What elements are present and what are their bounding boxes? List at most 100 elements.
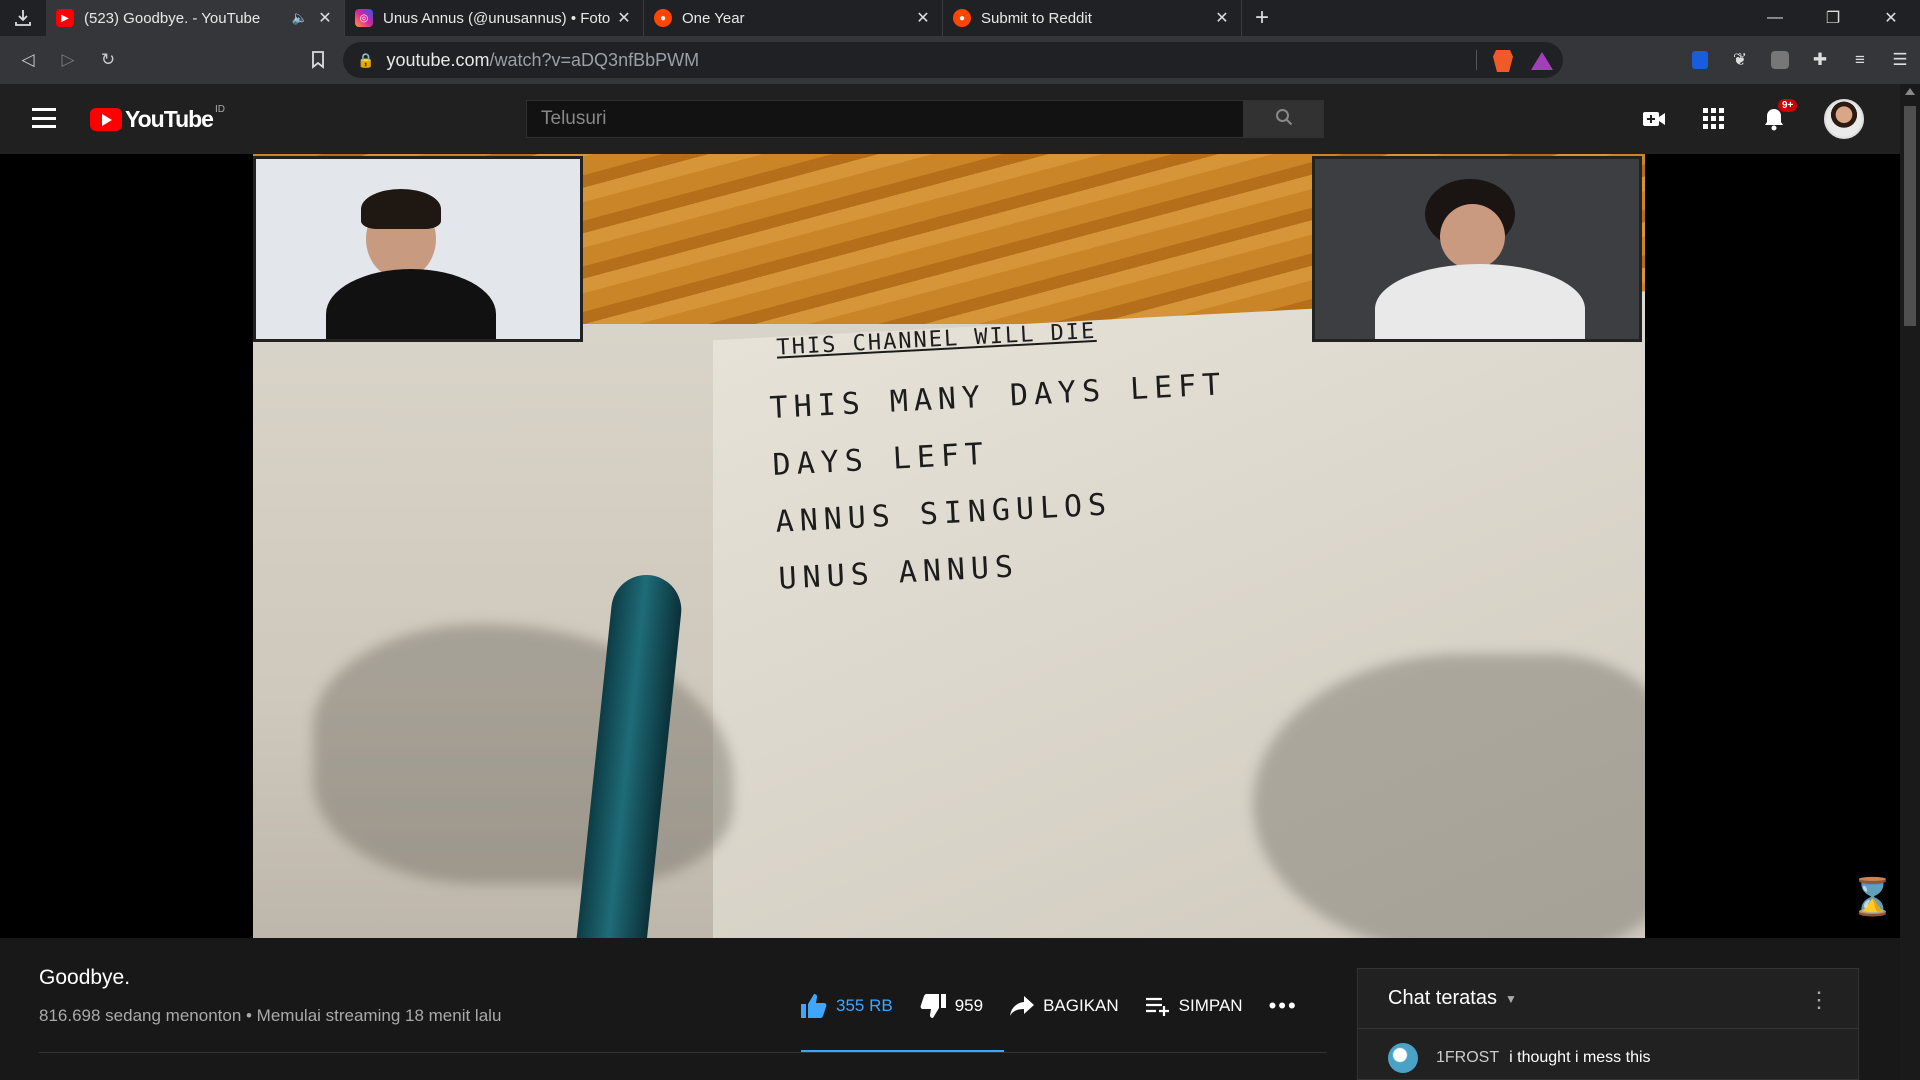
person-white-suit bbox=[1375, 264, 1585, 339]
handwriting-line: UNUS ANNUS bbox=[777, 549, 1020, 597]
search-icon bbox=[1275, 108, 1292, 125]
logo-text: YouTube bbox=[125, 106, 214, 132]
url-path: /watch?v=aDQ3nfBbPWM bbox=[489, 49, 700, 70]
bitwarden-icon[interactable] bbox=[1680, 51, 1720, 69]
video-frame[interactable]: THIS CHANNEL WILL DIE THIS MANY DAYS LEF… bbox=[253, 154, 1645, 938]
add-to-playlist-icon bbox=[1145, 997, 1169, 1016]
masthead-actions: 9+ bbox=[1624, 84, 1900, 154]
like-button[interactable]: 355 RB bbox=[800, 993, 893, 1019]
brave-rewards-icon[interactable] bbox=[1531, 52, 1553, 70]
video-player[interactable]: THIS CHANNEL WILL DIE THIS MANY DAYS LEF… bbox=[0, 154, 1900, 938]
notifications-bell-icon[interactable]: 9+ bbox=[1744, 84, 1804, 154]
person-suit bbox=[326, 269, 496, 339]
handwriting-line: ANNUS SINGULOS bbox=[774, 487, 1113, 540]
divider bbox=[39, 1052, 1327, 1053]
webcam-right bbox=[1312, 156, 1642, 342]
reddit-icon: ● bbox=[654, 9, 672, 27]
dislike-count: 959 bbox=[954, 996, 984, 1015]
search-button[interactable] bbox=[1244, 100, 1324, 138]
person-hair bbox=[361, 189, 441, 229]
chat-author[interactable]: 1FROST bbox=[1436, 1049, 1499, 1067]
brave-shield-icon[interactable] bbox=[1493, 50, 1513, 72]
scroll-thumb[interactable] bbox=[1904, 106, 1916, 326]
video-info-section: Goodbye. 816.698 sedang menonton • Memul… bbox=[0, 938, 1900, 1080]
handwriting-line: DAYS LEFT bbox=[771, 436, 990, 483]
browser-tab-bar: ▶ (523) Goodbye. - YouTube 🔈 ✕ ◎ Unus An… bbox=[0, 0, 1920, 36]
dislike-button[interactable]: 959 bbox=[919, 993, 983, 1019]
share-icon bbox=[1010, 996, 1035, 1016]
speaker-icon[interactable]: 🔈 bbox=[292, 10, 308, 26]
back-icon[interactable]: ◁ bbox=[8, 40, 48, 80]
extension-icon[interactable]: ❦ bbox=[1720, 50, 1760, 70]
chevron-down-icon[interactable]: ▼ bbox=[1505, 992, 1517, 1006]
hamburger-menu-icon[interactable] bbox=[32, 108, 56, 128]
tab-title: One Year bbox=[682, 9, 745, 27]
page-scrollbar[interactable] bbox=[1900, 84, 1920, 1080]
tab-instagram[interactable]: ◎ Unus Annus (@unusannus) • Foto ✕ bbox=[345, 0, 644, 36]
share-button[interactable]: BAGIKAN bbox=[1009, 995, 1119, 1017]
hourglass-watermark-icon: ⌛ bbox=[1850, 876, 1895, 917]
person-face bbox=[1440, 204, 1505, 269]
bookmark-icon[interactable] bbox=[298, 40, 338, 80]
save-button[interactable]: SIMPAN bbox=[1145, 996, 1243, 1016]
separator bbox=[1476, 50, 1477, 70]
tab-youtube[interactable]: ▶ (523) Goodbye. - YouTube 🔈 ✕ bbox=[46, 0, 345, 36]
youtube-icon: ▶ bbox=[56, 9, 74, 27]
chat-text: i thought i mess this bbox=[1509, 1049, 1651, 1066]
instagram-icon: ◎ bbox=[355, 9, 373, 27]
avatar[interactable] bbox=[1824, 99, 1864, 139]
share-label: BAGIKAN bbox=[1043, 996, 1119, 1015]
video-title: Goodbye. bbox=[39, 966, 131, 989]
notebook-handwriting: THIS CHANNEL WILL DIE THIS MANY DAYS LEF… bbox=[766, 312, 1237, 619]
puzzle-icon[interactable]: ✚ bbox=[1800, 50, 1840, 70]
close-icon[interactable]: ✕ bbox=[1213, 8, 1231, 28]
chat-avatar[interactable] bbox=[1388, 1043, 1418, 1073]
lock-icon: 🔒 bbox=[357, 51, 375, 68]
close-icon[interactable]: ✕ bbox=[615, 8, 633, 28]
notification-badge: 9+ bbox=[1778, 99, 1798, 112]
chat-message: 1FROST i thought i mess this bbox=[1358, 1029, 1858, 1073]
webcam-left bbox=[253, 156, 583, 342]
address-bar[interactable]: 🔒 youtube.com/watch?v=aDQ3nfBbPWM bbox=[343, 42, 1563, 78]
extension-icon[interactable] bbox=[1760, 51, 1800, 69]
video-actions: 355 RB 959 BAGIKAN SIMPAN ••• bbox=[800, 993, 1324, 1019]
extensions-area: ❦ ✚ ≡ ☰ bbox=[1680, 36, 1920, 84]
more-vert-icon[interactable]: ⋮ bbox=[1808, 987, 1830, 1013]
tab-reddit-submit[interactable]: ● Submit to Reddit ✕ bbox=[943, 0, 1242, 36]
tab-title: Submit to Reddit bbox=[981, 9, 1092, 27]
live-chat-panel: Chat teratas ▼ ⋮ 1FROST i thought i mess… bbox=[1357, 968, 1859, 1080]
forward-icon[interactable]: ▷ bbox=[48, 40, 88, 80]
close-window-icon[interactable]: ✕ bbox=[1862, 0, 1920, 36]
scroll-up-arrow-icon[interactable] bbox=[1905, 88, 1915, 95]
close-icon[interactable]: ✕ bbox=[914, 8, 932, 28]
apps-grid-icon[interactable] bbox=[1684, 84, 1744, 154]
more-actions-icon[interactable]: ••• bbox=[1269, 993, 1298, 1019]
minimize-icon[interactable]: — bbox=[1746, 0, 1804, 36]
tab-title: Unus Annus (@unusannus) • Foto bbox=[383, 9, 611, 27]
thumbs-up-icon bbox=[801, 994, 827, 1018]
search-box bbox=[526, 100, 1324, 138]
youtube-masthead: YouTube ID 9+ bbox=[0, 84, 1900, 154]
menu-icon[interactable]: ☰ bbox=[1880, 50, 1920, 70]
save-label: SIMPAN bbox=[1178, 996, 1243, 1015]
browser-toolbar: ◁ ▷ ↻ 🔒 youtube.com/watch?v=aDQ3nfBbPWM … bbox=[0, 36, 1920, 84]
create-video-icon[interactable] bbox=[1624, 84, 1684, 154]
handwriting-line: THIS MANY DAYS LEFT bbox=[768, 367, 1228, 427]
download-icon[interactable] bbox=[0, 0, 46, 36]
restore-icon[interactable]: ❐ bbox=[1804, 0, 1862, 36]
youtube-logo[interactable]: YouTube ID bbox=[90, 104, 225, 133]
tab-reddit-one-year[interactable]: ● One Year ✕ bbox=[644, 0, 943, 36]
new-tab-button[interactable]: + bbox=[1242, 4, 1282, 32]
search-input[interactable] bbox=[526, 100, 1244, 138]
video-meta: 816.698 sedang menonton • Memulai stream… bbox=[39, 1006, 502, 1025]
close-icon[interactable]: ✕ bbox=[316, 8, 334, 28]
playlist-icon[interactable]: ≡ bbox=[1840, 50, 1880, 70]
like-count: 355 RB bbox=[836, 996, 893, 1015]
country-code: ID bbox=[214, 104, 225, 115]
chat-mode-dropdown[interactable]: Chat teratas bbox=[1388, 987, 1497, 1010]
chat-header: Chat teratas ▼ ⋮ bbox=[1358, 969, 1858, 1029]
thumbs-down-icon bbox=[920, 994, 946, 1018]
reddit-icon: ● bbox=[953, 9, 971, 27]
reload-icon[interactable]: ↻ bbox=[88, 40, 128, 80]
youtube-play-icon bbox=[90, 108, 122, 131]
